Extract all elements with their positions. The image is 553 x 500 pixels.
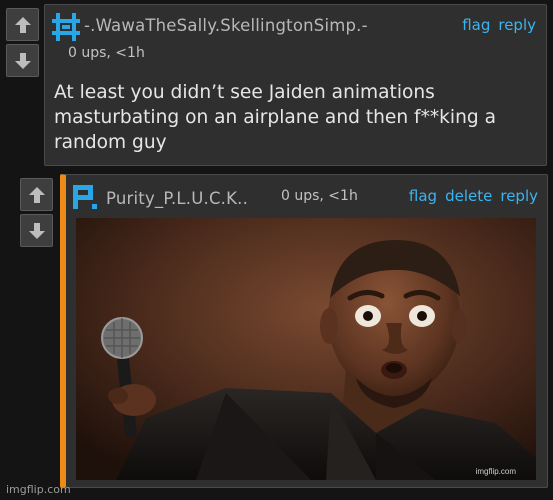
- meme-image[interactable]: imgflip.com: [76, 218, 536, 480]
- upvote-arrow-icon: [14, 16, 31, 33]
- comment-card: -.WawaTheSally.SkellingtonSimp.- flag re…: [44, 4, 547, 166]
- upvote-arrow-icon: [28, 186, 45, 203]
- user-avatar-icon[interactable]: [71, 183, 99, 211]
- downvote-button[interactable]: [6, 44, 39, 77]
- comment-username[interactable]: -.WawaTheSally.SkellingtonSimp.-: [84, 16, 368, 35]
- comment-actions: flag reply: [462, 16, 536, 34]
- downvote-arrow-icon: [28, 222, 45, 239]
- reply-link[interactable]: reply: [500, 187, 538, 205]
- flag-link[interactable]: flag: [409, 187, 437, 205]
- image-watermark: imgflip.com: [476, 467, 517, 476]
- reply-link[interactable]: reply: [498, 16, 536, 34]
- upvote-button[interactable]: [20, 178, 53, 211]
- delete-link[interactable]: delete: [445, 187, 492, 205]
- comment-meta: 0 ups, <1h: [68, 45, 145, 61]
- page: -.WawaTheSally.SkellingtonSimp.- flag re…: [0, 0, 553, 500]
- comment-actions: flag delete reply: [409, 187, 538, 205]
- man-with-microphone-image: imgflip.com: [76, 218, 536, 480]
- downvote-button[interactable]: [20, 214, 53, 247]
- user-avatar-icon[interactable]: [50, 11, 82, 43]
- reply-comment-card: Purity_P.L.U.C.K.. 0 ups, <1h flag delet…: [60, 174, 548, 488]
- downvote-arrow-icon: [14, 52, 31, 69]
- comment-text: At least you didn’t see Jaiden animation…: [54, 82, 496, 153]
- comment-meta: 0 ups, <1h: [281, 188, 358, 204]
- upvote-button[interactable]: [6, 8, 39, 41]
- comment1-vote-column: [6, 8, 39, 77]
- site-watermark: imgflip.com: [6, 483, 71, 496]
- comment-username[interactable]: Purity_P.L.U.C.K..: [106, 189, 248, 208]
- flag-link[interactable]: flag: [462, 16, 490, 34]
- comment2-vote-column: [20, 178, 53, 247]
